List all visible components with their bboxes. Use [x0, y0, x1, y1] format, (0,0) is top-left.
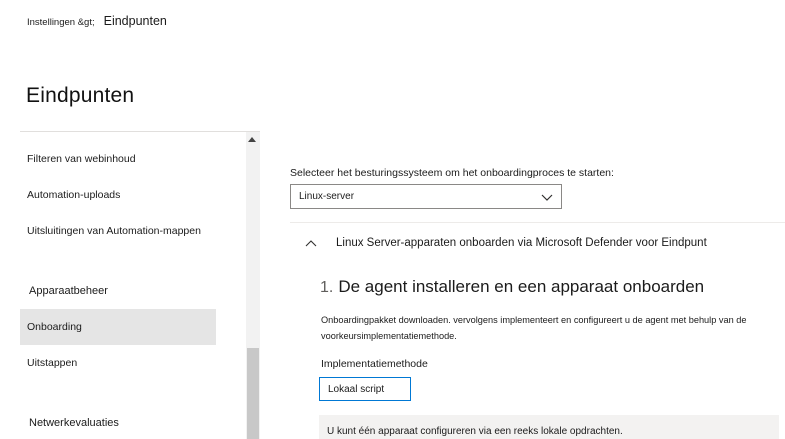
sidebar-item-automation-folder-exclusions[interactable]: Uitsluitingen van Automation-mappen: [20, 213, 216, 249]
sidebar-group-device-management: Apparaatbeheer: [29, 285, 108, 297]
linux-onboarding-section-header[interactable]: Linux Server-apparaten onboarden via Mic…: [304, 237, 707, 249]
section-title: Linux Server-apparaten onboarden via Mic…: [336, 237, 707, 249]
step-heading: 1. De agent installeren en een apparaat …: [320, 277, 704, 297]
info-message: U kunt één apparaat configureren via een…: [319, 415, 779, 439]
sidebar-scrollbar[interactable]: [246, 132, 260, 439]
breadcrumb-parent-link[interactable]: Instellingen &gt;: [27, 17, 95, 28]
settings-sidebar: Filteren van webinhoud Automation-upload…: [20, 132, 246, 439]
step-description: Onboardingpakket downloaden. vervolgens …: [321, 315, 747, 341]
content-divider: [290, 222, 785, 223]
sidebar-item-web-content-filtering[interactable]: Filteren van webinhoud: [20, 141, 216, 177]
deployment-method-label: Implementatiemethode: [321, 358, 428, 370]
step-number: 1.: [320, 279, 334, 296]
chevron-up-icon: [305, 240, 317, 247]
scroll-up-icon[interactable]: [248, 137, 256, 142]
breadcrumb-current: Eindpunten: [103, 14, 167, 28]
os-dropdown-value: Linux-server: [299, 191, 355, 202]
sidebar-item-offboarding[interactable]: Uitstappen: [20, 345, 216, 381]
os-dropdown[interactable]: Linux-server: [290, 184, 562, 209]
sidebar-item-onboarding[interactable]: Onboarding: [20, 309, 216, 345]
step-title: De agent installeren en een apparaat onb…: [338, 277, 705, 296]
sidebar-item-automation-uploads[interactable]: Automation-uploads: [20, 177, 216, 213]
deployment-method-select[interactable]: Lokaal script: [319, 377, 411, 401]
os-select-label: Selecteer het besturingssysteem om het o…: [290, 167, 614, 179]
chevron-down-icon: [541, 194, 553, 201]
scroll-thumb[interactable]: [247, 348, 259, 439]
onboarding-content: Selecteer het besturingssysteem om het o…: [260, 132, 785, 439]
breadcrumb: Instellingen &gt; Eindpunten: [27, 14, 167, 28]
sidebar-group-network-assessments: Netwerkevaluaties: [29, 417, 119, 429]
page-title: Eindpunten: [26, 84, 135, 107]
